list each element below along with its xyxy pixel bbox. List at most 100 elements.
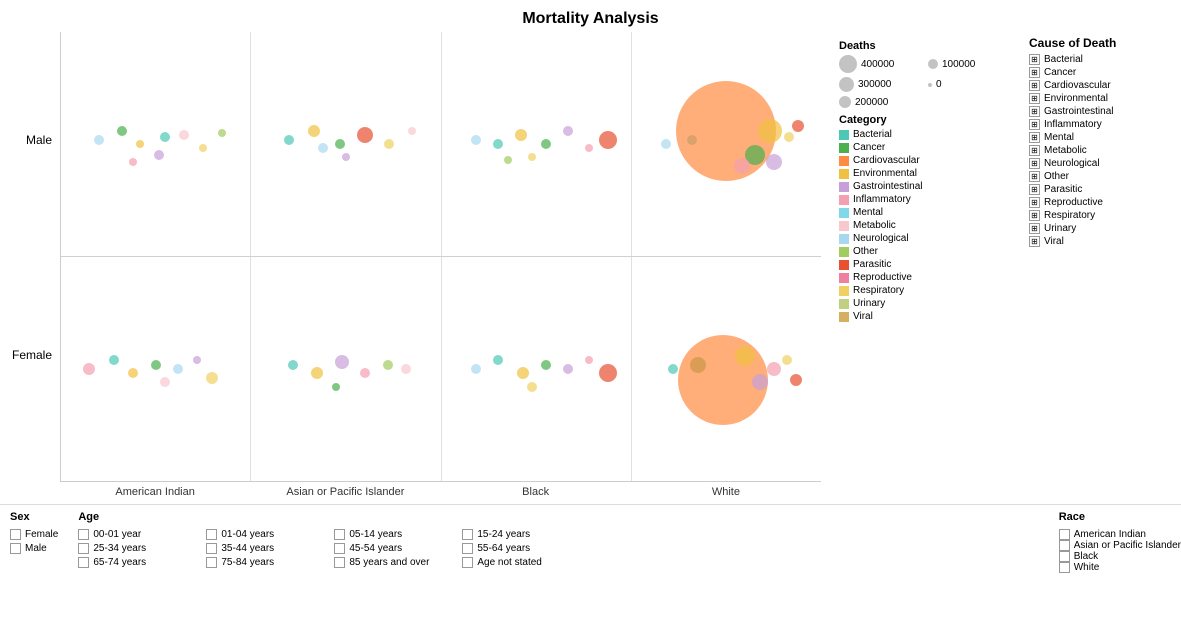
deaths-category-legend: Deaths 400000 100000 300000 0 xyxy=(831,32,1021,504)
age-checkbox[interactable] xyxy=(334,543,345,554)
sex-male-item[interactable]: Male xyxy=(10,543,58,554)
category-item-inflammatory: Inflammatory xyxy=(839,194,1013,205)
data-dot xyxy=(528,153,536,161)
age-checkbox[interactable] xyxy=(334,529,345,540)
cause-item-other[interactable]: ⊞Other xyxy=(1029,171,1173,182)
race-item-American-Indian[interactable]: American Indian xyxy=(1059,529,1181,540)
category-item-viral: Viral xyxy=(839,311,1013,322)
category-item-mental: Mental xyxy=(839,207,1013,218)
age-item-05-14-years[interactable]: 05-14 years xyxy=(334,529,454,540)
race-item-Black[interactable]: Black xyxy=(1059,551,1181,562)
data-dot xyxy=(735,346,755,366)
cause-item-mental[interactable]: ⊞Mental xyxy=(1029,132,1173,143)
data-dot xyxy=(193,356,201,364)
data-dot xyxy=(335,139,345,149)
age-checkbox[interactable] xyxy=(462,529,473,540)
cell-male-asian xyxy=(251,32,441,256)
race-item-Asian-or-Pacific-Islander[interactable]: Asian or Pacific Islander xyxy=(1059,540,1181,551)
x-label-black: Black xyxy=(441,482,631,504)
data-dot xyxy=(288,360,298,370)
age-checkbox[interactable] xyxy=(206,529,217,540)
data-dot xyxy=(117,126,127,136)
cause-item-reproductive[interactable]: ⊞Reproductive xyxy=(1029,197,1173,208)
cause-item-cardiovascular[interactable]: ⊞Cardiovascular xyxy=(1029,80,1173,91)
cause-item-neurological[interactable]: ⊞Neurological xyxy=(1029,158,1173,169)
age-filter-title: Age xyxy=(78,511,592,523)
data-dot xyxy=(284,135,294,145)
age-item-00-01-year[interactable]: 00-01 year xyxy=(78,529,198,540)
cell-female-asian xyxy=(251,257,441,481)
category-item-bacterial: Bacterial xyxy=(839,129,1013,140)
age-item-75-84-years[interactable]: 75-84 years xyxy=(206,557,326,568)
age-checkbox[interactable] xyxy=(462,543,473,554)
data-dot xyxy=(668,364,678,374)
data-dot xyxy=(784,132,794,142)
data-dot xyxy=(311,367,323,379)
age-checkbox[interactable] xyxy=(462,557,473,568)
race-checkbox[interactable] xyxy=(1059,529,1070,540)
x-label-asian: Asian or Pacific Islander xyxy=(250,482,440,504)
data-dot xyxy=(515,129,527,141)
age-item-01-04-years[interactable]: 01-04 years xyxy=(206,529,326,540)
sex-female-item[interactable]: Female xyxy=(10,529,58,540)
data-dot xyxy=(563,364,573,374)
sex-male-checkbox[interactable] xyxy=(10,543,21,554)
data-dot xyxy=(94,135,104,145)
data-dot xyxy=(541,360,551,370)
category-item-cardiovascular: Cardiovascular xyxy=(839,155,1013,166)
race-checkbox[interactable] xyxy=(1059,562,1070,573)
data-dot xyxy=(734,158,750,174)
category-item-urinary: Urinary xyxy=(839,298,1013,309)
filter-bar: Sex Female Male Age 00-01 year01-04 year… xyxy=(0,504,1181,624)
cause-item-inflammatory[interactable]: ⊞Inflammatory xyxy=(1029,119,1173,130)
cause-item-urinary[interactable]: ⊞Urinary xyxy=(1029,223,1173,234)
data-dot xyxy=(218,129,226,137)
cause-item-gastrointestinal[interactable]: ⊞Gastrointestinal xyxy=(1029,106,1173,117)
age-item-25-34-years[interactable]: 25-34 years xyxy=(78,543,198,554)
age-item-65-74-years[interactable]: 65-74 years xyxy=(78,557,198,568)
data-dot xyxy=(471,135,481,145)
age-item-Age-not-stated[interactable]: Age not stated xyxy=(462,557,592,568)
cause-item-bacterial[interactable]: ⊞Bacterial xyxy=(1029,54,1173,65)
cause-item-viral[interactable]: ⊞Viral xyxy=(1029,236,1173,247)
x-label-white: White xyxy=(631,482,821,504)
age-checkbox[interactable] xyxy=(334,557,345,568)
data-dot xyxy=(471,364,481,374)
age-checkbox[interactable] xyxy=(206,557,217,568)
data-dot xyxy=(790,374,802,386)
x-label-ai: American Indian xyxy=(60,482,250,504)
data-dot xyxy=(527,382,537,392)
age-checkbox[interactable] xyxy=(78,543,89,554)
data-dot xyxy=(154,150,164,160)
cell-male-white xyxy=(632,32,821,256)
data-dot xyxy=(752,374,768,390)
data-dot xyxy=(599,364,617,382)
cause-item-environmental[interactable]: ⊞Environmental xyxy=(1029,93,1173,104)
deaths-item-100000: 100000 xyxy=(928,55,1013,73)
age-item-35-44-years[interactable]: 35-44 years xyxy=(206,543,326,554)
cause-item-respiratory[interactable]: ⊞Respiratory xyxy=(1029,210,1173,221)
data-dot xyxy=(160,132,170,142)
cell-male-american-indian xyxy=(61,32,251,256)
race-item-White[interactable]: White xyxy=(1059,562,1181,573)
race-checkbox[interactable] xyxy=(1059,540,1070,551)
data-dot xyxy=(308,125,320,137)
page-title: Mortality Analysis xyxy=(0,0,1181,32)
data-dot xyxy=(342,153,350,161)
cause-item-metabolic[interactable]: ⊞Metabolic xyxy=(1029,145,1173,156)
category-item-metabolic: Metabolic xyxy=(839,220,1013,231)
age-checkbox[interactable] xyxy=(78,529,89,540)
race-filter: Race American IndianAsian or Pacific Isl… xyxy=(1059,511,1181,624)
age-item-45-54-years[interactable]: 45-54 years xyxy=(334,543,454,554)
age-item-55-64-years[interactable]: 55-64 years xyxy=(462,543,592,554)
age-item-85-years-and-over[interactable]: 85 years and over xyxy=(334,557,454,568)
cause-item-cancer[interactable]: ⊞Cancer xyxy=(1029,67,1173,78)
data-dot xyxy=(585,144,593,152)
age-checkbox[interactable] xyxy=(206,543,217,554)
age-item-15-24-years[interactable]: 15-24 years xyxy=(462,529,592,540)
race-checkbox[interactable] xyxy=(1059,551,1070,562)
sex-female-checkbox[interactable] xyxy=(10,529,21,540)
cause-item-parasitic[interactable]: ⊞Parasitic xyxy=(1029,184,1173,195)
age-checkbox[interactable] xyxy=(78,557,89,568)
category-legend-title: Category xyxy=(839,114,1013,126)
